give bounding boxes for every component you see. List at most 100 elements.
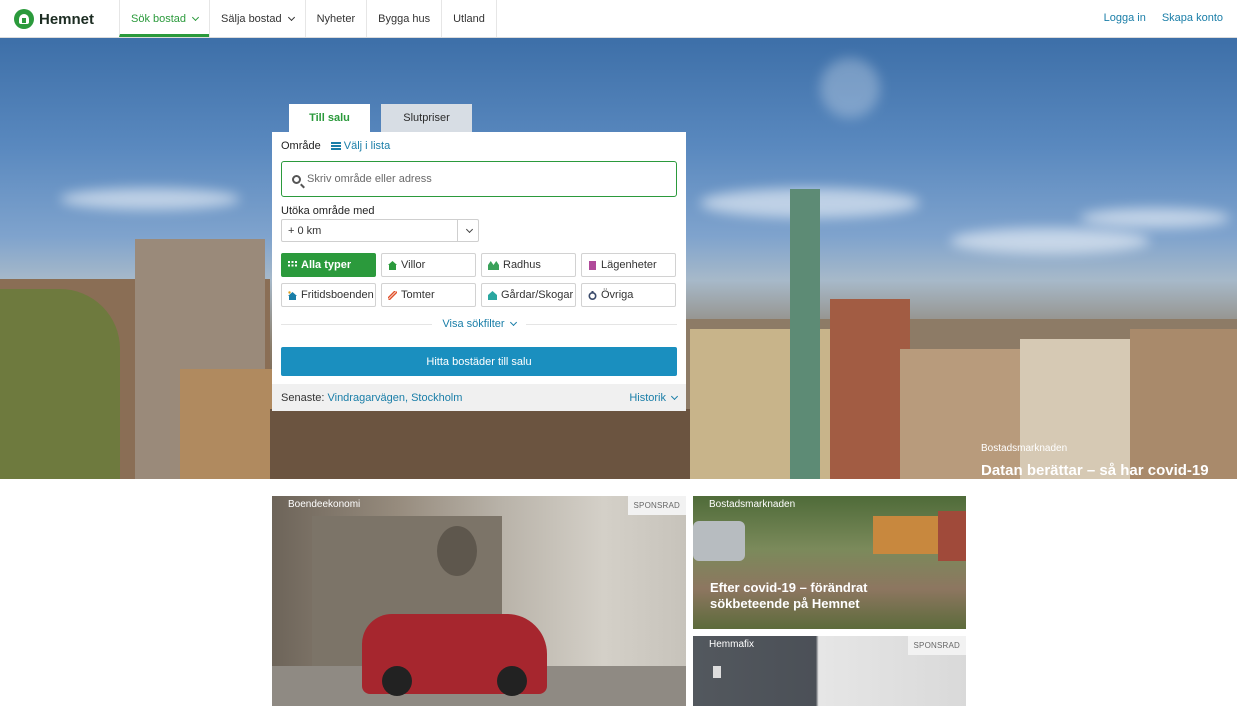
- tab-till-salu[interactable]: Till salu: [289, 104, 370, 132]
- round-window: [437, 526, 477, 576]
- building: [830, 299, 910, 479]
- hero-article[interactable]: Bostadsmarknaden Datan berättar – så har…: [981, 443, 1231, 479]
- nav-item-utland[interactable]: Utland: [441, 0, 497, 37]
- history-link[interactable]: Historik: [629, 391, 679, 404]
- sponsored-badge: SPONSRAD: [627, 496, 686, 515]
- show-filters-label: Visa sökfilter: [442, 318, 505, 330]
- sponsored-badge: SPONSRAD: [907, 636, 966, 655]
- main-nav: Sök bostad Sälja bostad Nyheter Bygga hu…: [119, 0, 497, 37]
- expand-area-select[interactable]: + 0 km: [281, 219, 479, 242]
- chevron-down-icon: [465, 225, 474, 233]
- recent-label: Senaste:: [281, 391, 325, 404]
- type-label: Alla typer: [301, 259, 352, 271]
- rooftops: [270, 409, 690, 479]
- car-wheel: [497, 666, 527, 696]
- search-field[interactable]: [281, 161, 677, 197]
- type-ovriga[interactable]: Övriga: [581, 283, 676, 307]
- property-type-grid: Alla typer Villor Radhus Lägenheter Frit…: [281, 253, 676, 307]
- type-gardar-skogar[interactable]: Gårdar/Skogar: [481, 283, 576, 307]
- history-label: Historik: [629, 391, 666, 404]
- cabin-icon: [288, 290, 297, 300]
- nav-item-label: Utland: [453, 12, 485, 25]
- type-label: Fritidsboenden: [301, 289, 374, 301]
- expand-area-label: Utöka område med: [281, 205, 375, 217]
- wooden-gate: [873, 516, 938, 554]
- cloud: [60, 188, 240, 210]
- article-tag: Boendeekonomi: [288, 499, 361, 510]
- cloud: [820, 58, 880, 118]
- hemnet-logo-icon: [14, 9, 34, 29]
- cloud: [1080, 208, 1230, 228]
- nav-item-bygga-hus[interactable]: Bygga hus: [366, 0, 441, 37]
- article-card-boendeekonomi[interactable]: Boendeekonomi SPONSRAD: [272, 496, 686, 706]
- type-villor[interactable]: Villor: [381, 253, 476, 277]
- type-label: Tomter: [401, 289, 435, 301]
- search-tabs: Till salu Slutpriser: [289, 104, 472, 132]
- hero-article-tag: Bostadsmarknaden: [981, 443, 1068, 454]
- choose-from-list-link[interactable]: Välj i lista: [330, 140, 391, 152]
- nav-item-label: Bygga hus: [378, 12, 431, 25]
- nav-item-nyheter[interactable]: Nyheter: [304, 0, 367, 37]
- show-filters-link[interactable]: Visa sökfilter: [432, 318, 525, 330]
- type-label: Radhus: [503, 259, 541, 271]
- signup-link[interactable]: Skapa konto: [1162, 12, 1223, 24]
- top-navigation: Hemnet Sök bostad Sälja bostad Nyheter B…: [0, 0, 1237, 38]
- brick-pillar: [938, 511, 966, 561]
- recent-search-link[interactable]: Vindragarvägen, Stockholm: [327, 392, 462, 404]
- logo-text: Hemnet: [39, 10, 95, 28]
- find-homes-button[interactable]: Hitta bostäder till salu: [281, 347, 677, 376]
- dropdown-toggle[interactable]: [457, 220, 478, 241]
- type-label: Villor: [401, 259, 426, 271]
- article-tag: Hemmafix: [709, 639, 755, 650]
- type-label: Övriga: [601, 289, 634, 301]
- recent-searches-bar: Senaste: Vindragarvägen, Stockholm Histo…: [272, 384, 686, 411]
- door-handle: [713, 666, 721, 678]
- type-fritidsboenden[interactable]: Fritidsboenden: [281, 283, 376, 307]
- nav-item-salja-bostad[interactable]: Sälja bostad: [209, 0, 305, 37]
- apartment-icon: [589, 260, 596, 270]
- recent-search: Senaste: Vindragarvägen, Stockholm: [281, 392, 462, 404]
- chevron-down-icon: [192, 13, 200, 21]
- search-icon: [292, 174, 301, 184]
- chevron-down-icon: [287, 13, 295, 21]
- townhouse-icon: [488, 260, 499, 270]
- hemnet-logo[interactable]: Hemnet: [14, 9, 94, 29]
- farm-icon: [488, 290, 497, 300]
- chevron-down-icon: [509, 318, 517, 327]
- grid-icon: [288, 260, 297, 266]
- type-lagenheter[interactable]: Lägenheter: [581, 253, 676, 277]
- parked-car: [693, 521, 745, 561]
- article-card-covid-sokbeteende[interactable]: Bostadsmarknaden Efter covid-19 – föränd…: [693, 496, 966, 629]
- plot-icon: [388, 290, 397, 300]
- house-icon: [388, 260, 397, 270]
- nav-item-label: Nyheter: [316, 12, 356, 25]
- chevron-down-icon: [670, 392, 679, 400]
- article-title: Efter covid-19 – förändrat sökbeteende p…: [710, 580, 868, 611]
- hero-article-title: Datan berättar – så har covid-19 påverka…: [981, 462, 1209, 479]
- type-alla-typer[interactable]: Alla typer: [281, 253, 376, 277]
- account-links: Logga in Skapa konto: [1104, 12, 1223, 24]
- filter-row: Visa sökfilter: [281, 318, 677, 330]
- type-label: Gårdar/Skogar: [501, 289, 574, 301]
- search-input[interactable]: [307, 173, 667, 185]
- nav-item-label: Sälja bostad: [221, 12, 282, 25]
- area-row: Område Välj i lista: [281, 140, 390, 152]
- cloud: [950, 228, 1150, 254]
- tree: [0, 289, 120, 479]
- area-label: Område: [281, 140, 321, 152]
- nav-item-label: Sök bostad: [131, 12, 187, 25]
- type-tomter[interactable]: Tomter: [381, 283, 476, 307]
- type-label: Lägenheter: [601, 259, 657, 271]
- article-card-hemmafix[interactable]: Hemmafix SPONSRAD: [693, 636, 966, 706]
- car-wheel: [382, 666, 412, 696]
- tab-slutpriser[interactable]: Slutpriser: [381, 104, 472, 132]
- other-icon: [588, 290, 597, 300]
- search-panel: Område Välj i lista Utöka område med + 0…: [272, 132, 686, 411]
- article-tag: Bostadsmarknaden: [709, 499, 796, 510]
- choose-from-list-label: Välj i lista: [343, 140, 391, 152]
- expand-area-value: + 0 km: [288, 224, 322, 237]
- nav-item-sok-bostad[interactable]: Sök bostad: [119, 0, 210, 37]
- church-tower: [790, 189, 820, 479]
- login-link[interactable]: Logga in: [1104, 12, 1146, 24]
- type-radhus[interactable]: Radhus: [481, 253, 576, 277]
